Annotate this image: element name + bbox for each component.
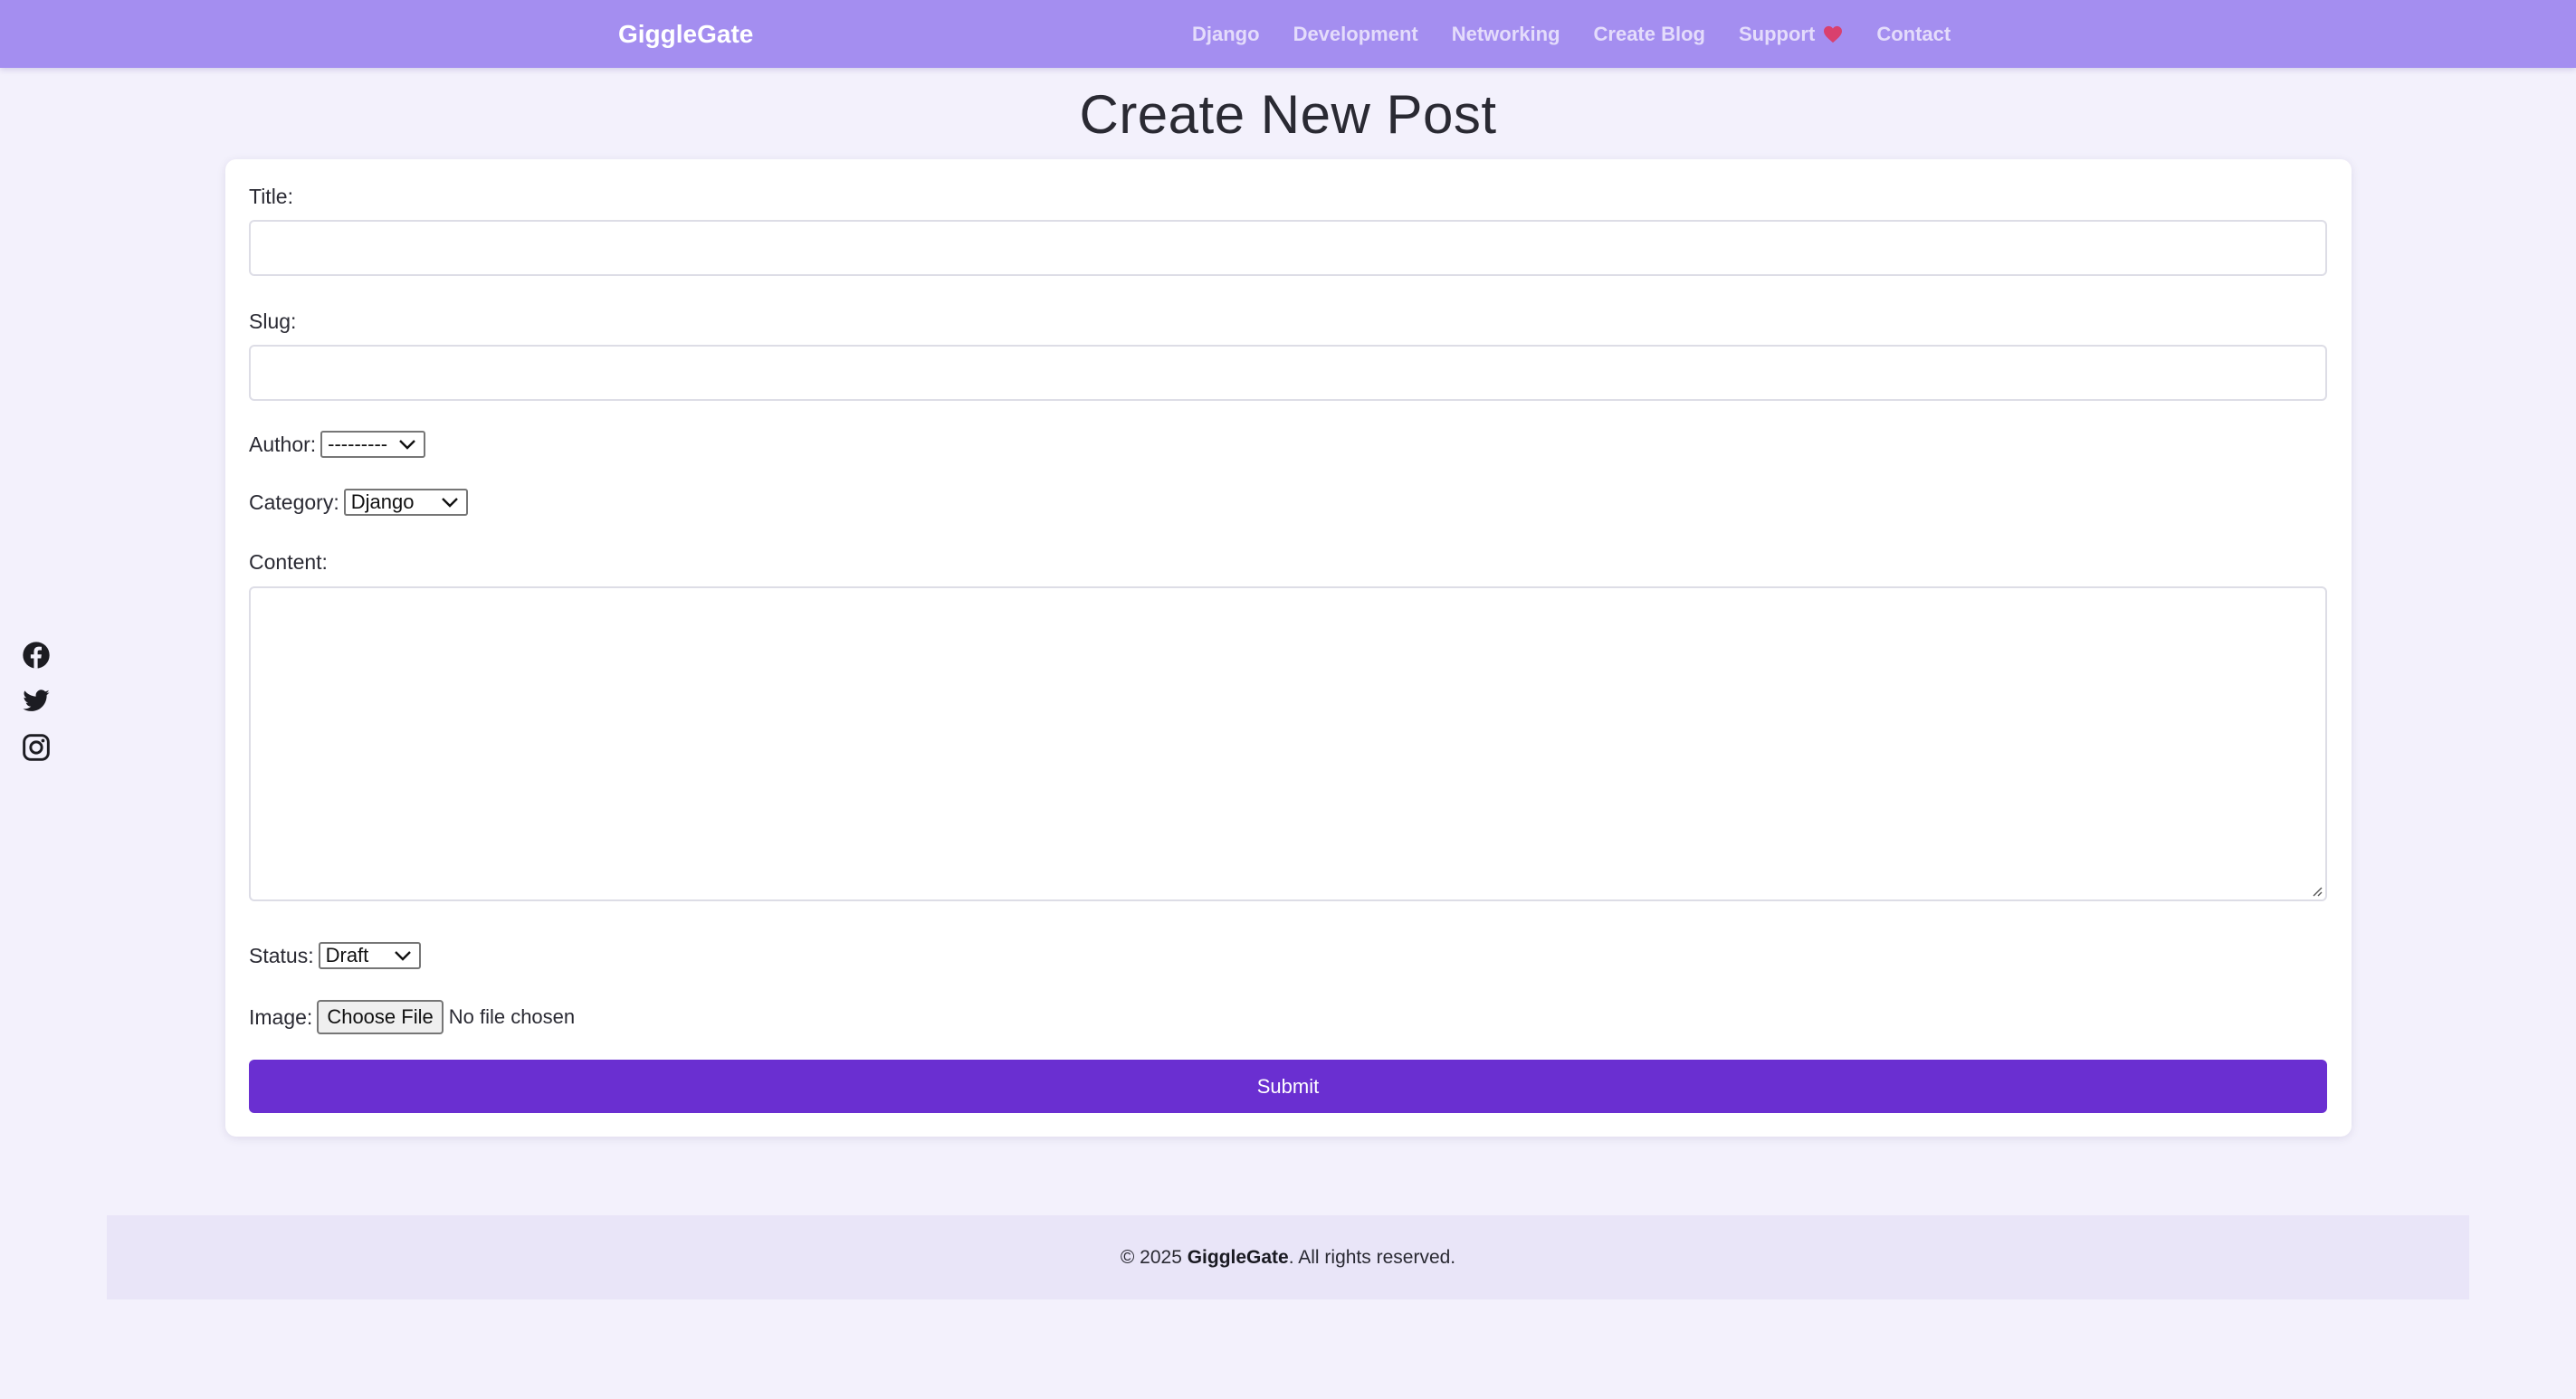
create-post-form: Title: Slug: Author: --------- Category:…	[225, 159, 2352, 1137]
nav-link-contact[interactable]: Contact	[1876, 23, 1951, 46]
footer-rights-suffix: . All rights reserved.	[1288, 1246, 1456, 1268]
nav-link-development[interactable]: Development	[1293, 23, 1418, 46]
category-row: Category: Django	[249, 489, 469, 516]
resize-grip-icon[interactable]	[2310, 884, 2323, 897]
image-row: Image: Choose File No file chosen	[249, 1000, 575, 1034]
chevron-down-icon	[442, 498, 459, 508]
footer-brand: GiggleGate	[1187, 1246, 1289, 1268]
author-select-value: ---------	[328, 433, 388, 455]
nav-links: Django Development Networking Create Blo…	[1192, 0, 1951, 68]
twitter-icon[interactable]	[22, 687, 51, 716]
chevron-down-icon	[399, 440, 415, 450]
category-select[interactable]: Django	[343, 489, 469, 516]
top-navbar: GiggleGate Django Development Networking…	[0, 0, 2576, 68]
category-select-value: Django	[350, 490, 415, 513]
nav-link-networking[interactable]: Networking	[1452, 23, 1560, 46]
status-select[interactable]: Draft	[318, 942, 422, 969]
slug-input[interactable]	[249, 345, 2327, 401]
heart-icon	[1824, 25, 1843, 43]
brand-logo-link[interactable]: GiggleGate	[618, 0, 753, 68]
page-title: Create New Post	[1079, 84, 1497, 145]
facebook-icon[interactable]	[22, 641, 51, 670]
footer: © 2025 GiggleGate . All rights reserved.	[107, 1215, 2469, 1299]
author-row: Author: ---------	[249, 431, 426, 458]
content-label: Content:	[249, 550, 328, 574]
author-select[interactable]: ---------	[320, 431, 426, 458]
chevron-down-icon	[395, 951, 412, 961]
status-label: Status:	[249, 943, 314, 967]
instagram-icon[interactable]	[22, 733, 51, 762]
nav-link-django[interactable]: Django	[1192, 23, 1260, 46]
footer-copyright-prefix: © 2025	[1120, 1246, 1188, 1268]
title-label: Title:	[249, 185, 293, 208]
content-textarea[interactable]	[249, 586, 2327, 901]
status-select-value: Draft	[325, 944, 369, 966]
title-input[interactable]	[249, 220, 2327, 276]
submit-button[interactable]: Submit	[249, 1060, 2327, 1113]
nav-link-support[interactable]: Support	[1739, 23, 1843, 46]
nav-link-support-label: Support	[1739, 22, 1816, 45]
status-row: Status: Draft	[249, 942, 422, 969]
image-label: Image:	[249, 1004, 313, 1029]
file-status-text: No file chosen	[448, 1005, 576, 1028]
choose-file-button[interactable]: Choose File	[317, 1000, 444, 1034]
nav-link-create-blog[interactable]: Create Blog	[1594, 23, 1705, 46]
slug-label: Slug:	[249, 309, 297, 333]
social-links	[22, 641, 51, 762]
author-label: Author:	[249, 432, 317, 456]
category-label: Category:	[249, 490, 339, 514]
